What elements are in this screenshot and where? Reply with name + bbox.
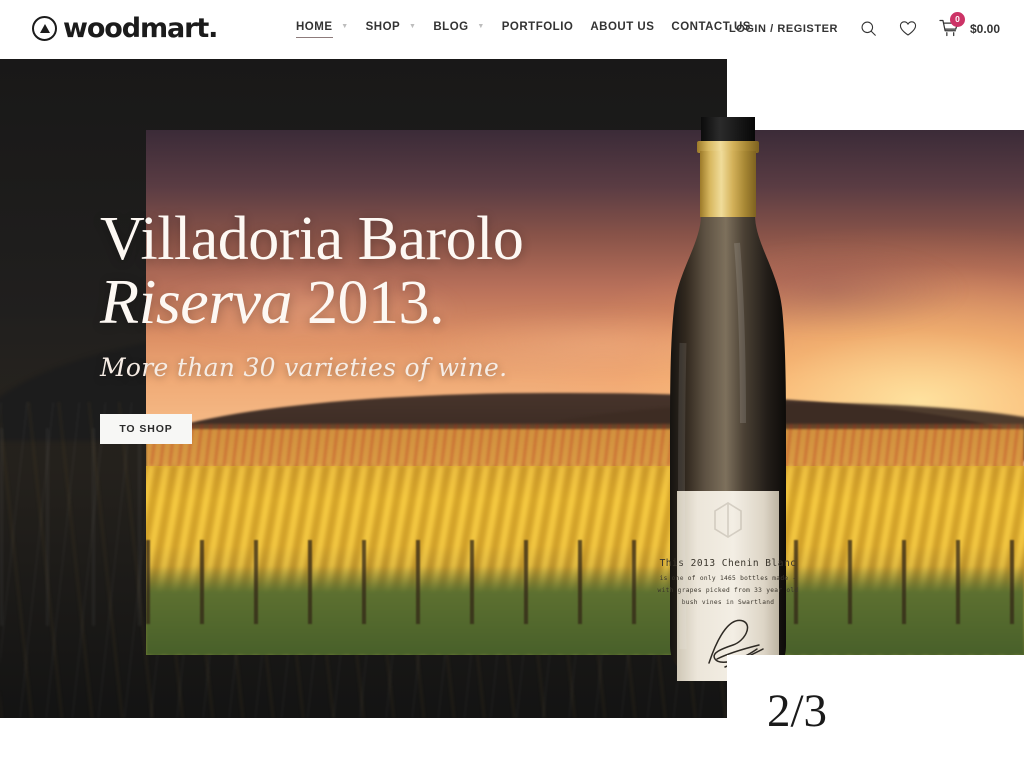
chevron-down-icon: ▼ — [477, 23, 485, 30]
circle-triangle-logo-icon — [32, 16, 57, 41]
nav-item-shop[interactable]: SHOP ▼ — [366, 21, 434, 41]
hero-slider: This 2013 Chenin Blanc is one of only 14… — [0, 59, 1024, 768]
heart-icon[interactable] — [899, 20, 917, 37]
nav-item-blog-label: BLOG — [433, 21, 469, 33]
nav-item-blog[interactable]: BLOG ▼ — [433, 21, 501, 41]
page-root: woodmart. HOME ▼ SHOP ▼ BLOG ▼ PORTFOLIO… — [0, 0, 1024, 768]
header-tools: LOGIN / REGISTER 0 $0.00 — [729, 12, 1000, 38]
nav-item-shop-label: SHOP — [365, 21, 401, 33]
slide-counter[interactable]: 2/3 — [727, 655, 1024, 768]
to-shop-button[interactable]: TO SHOP — [100, 413, 192, 444]
nav-item-home-label: HOME — [296, 21, 333, 38]
nav-item-portfolio[interactable]: PORTFOLIO — [502, 21, 591, 41]
hero-headline: Villadoria Barolo Riserva 2013. — [100, 208, 660, 338]
chevron-down-icon: ▼ — [341, 23, 349, 30]
hero-subheadline: More than 30 varieties of wine. — [100, 352, 508, 382]
svg-text:bush vines in Swartland: bush vines in Swartland — [682, 599, 775, 606]
vine-trunks — [146, 539, 1024, 624]
hero-headline-year: 2013. — [307, 269, 445, 338]
nav-item-about-us-label: ABOUT US — [590, 21, 655, 33]
shopping-cart-button[interactable]: 0 $0.00 — [939, 12, 1000, 38]
site-logo[interactable]: woodmart. — [32, 13, 218, 44]
nav-item-home[interactable]: HOME ▼ — [296, 21, 366, 42]
nav-item-about-us[interactable]: ABOUT US — [590, 21, 671, 41]
logo-text: woodmart. — [63, 13, 218, 44]
login-register-link[interactable]: LOGIN / REGISTER — [729, 23, 838, 35]
hero-headline-line1: Villadoria Barolo — [100, 205, 524, 273]
cart-total-amount: $0.00 — [969, 21, 1000, 36]
chevron-down-icon: ▼ — [408, 23, 417, 30]
slide-counter-text: 2/3 — [767, 685, 828, 737]
main-navigation: HOME ▼ SHOP ▼ BLOG ▼ PORTFOLIO ABOUT US … — [296, 21, 768, 42]
cart-count-badge: 0 — [949, 12, 965, 27]
nav-item-portfolio-label: PORTFOLIO — [501, 21, 574, 33]
wine-bottle-image: This 2013 Chenin Blanc is one of only 14… — [645, 93, 815, 688]
site-header: woodmart. HOME ▼ SHOP ▼ BLOG ▼ PORTFOLIO… — [0, 0, 1024, 59]
hero-copy: Villadoria Barolo Riserva 2013. More tha… — [100, 208, 660, 444]
hero-headline-italic: Riserva — [100, 266, 293, 338]
search-icon[interactable] — [860, 20, 877, 37]
